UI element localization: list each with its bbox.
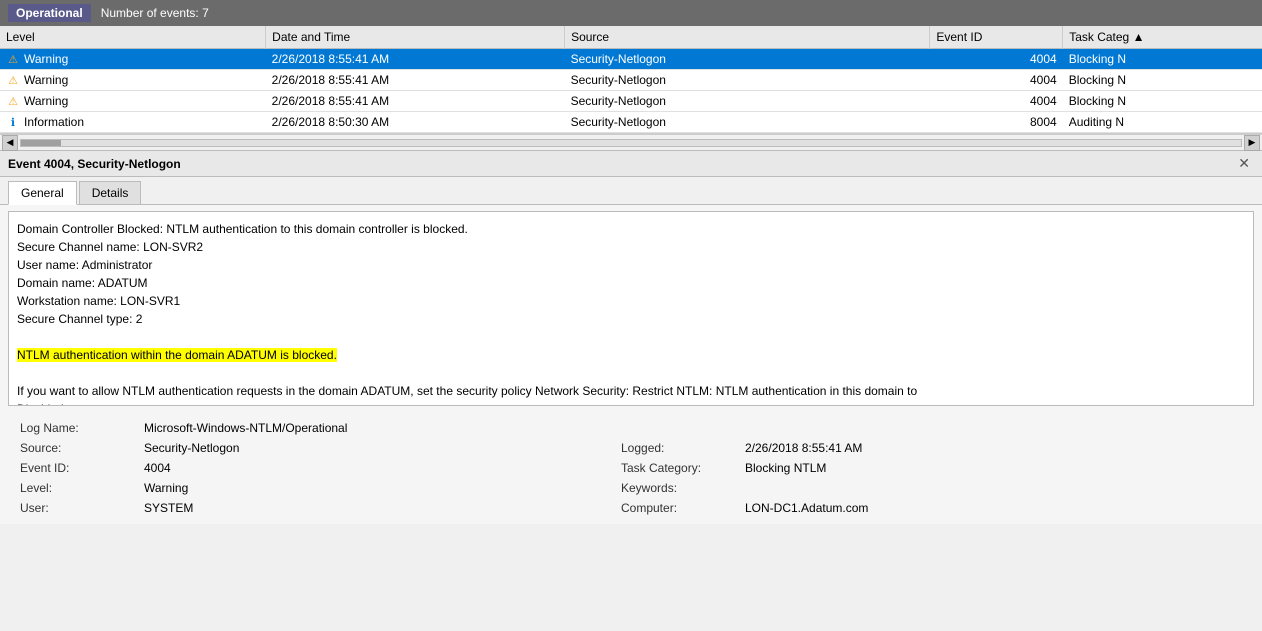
cell-source: Security-Netlogon xyxy=(565,112,930,133)
table-header-row: Level Date and Time Source Event ID Task… xyxy=(0,26,1262,49)
detail-title: Event 4004, Security-Netlogon xyxy=(8,157,181,171)
col-header-eventid[interactable]: Event ID xyxy=(930,26,1063,49)
event-table-container: Level Date and Time Source Event ID Task… xyxy=(0,26,1262,134)
level-value: Warning xyxy=(136,478,617,498)
cell-event-id: 4004 xyxy=(930,91,1063,112)
scroll-thumb[interactable] xyxy=(21,140,61,146)
message-line: If you want to allow NTLM authentication… xyxy=(17,382,1245,400)
info-icon: ℹ xyxy=(6,115,20,129)
detail-tabs: General Details xyxy=(0,177,1262,205)
scroll-track[interactable] xyxy=(20,139,1242,147)
cell-level: ⚠ Warning xyxy=(0,91,266,112)
table-row[interactable]: ⚠ Warning 2/26/2018 8:55:41 AMSecurity-Net… xyxy=(0,70,1262,91)
log-name-label: Log Name: xyxy=(16,418,136,438)
cell-task-category: Blocking N xyxy=(1063,70,1262,91)
col-header-datetime[interactable]: Date and Time xyxy=(266,26,565,49)
cell-datetime: 2/26/2018 8:55:41 AM xyxy=(266,70,565,91)
message-area: Domain Controller Blocked: NTLM authenti… xyxy=(8,211,1254,406)
message-line: Secure Channel name: LON-SVR2 xyxy=(17,238,1245,256)
close-button[interactable]: ✕ xyxy=(1234,155,1254,172)
user-value: SYSTEM xyxy=(136,498,617,518)
user-label: User: xyxy=(16,498,136,518)
task-category-value: Blocking NTLM xyxy=(737,458,1246,478)
detail-panel: Event 4004, Security-Netlogon ✕ General … xyxy=(0,150,1262,524)
cell-source: Security-Netlogon xyxy=(565,49,930,70)
scroll-right-arrow[interactable]: ▶ xyxy=(1244,135,1260,151)
table-row[interactable]: ⚠ Warning 2/26/2018 8:55:41 AMSecurity-Net… xyxy=(0,91,1262,112)
warning-icon: ⚠ xyxy=(6,73,20,87)
level-label: Level: xyxy=(16,478,136,498)
computer-label: Computer: xyxy=(617,498,737,518)
cell-datetime: 2/26/2018 8:55:41 AM xyxy=(266,91,565,112)
horizontal-scrollbar[interactable]: ◀ ▶ xyxy=(0,134,1262,150)
cell-level: ℹ Information xyxy=(0,112,266,133)
source-value: Security-Netlogon xyxy=(136,438,617,458)
cell-level: ⚠ Warning xyxy=(0,70,266,91)
table-row[interactable]: ℹ Information 2/26/2018 8:50:30 AMSecurity… xyxy=(0,112,1262,133)
warning-icon: ⚠ xyxy=(6,94,20,108)
col-header-source[interactable]: Source xyxy=(565,26,930,49)
col-header-taskcateg[interactable]: Task Categ ▲ xyxy=(1063,26,1262,49)
event-id-value: 4004 xyxy=(136,458,617,478)
detail-title-bar: Event 4004, Security-Netlogon ✕ xyxy=(0,151,1262,177)
event-table: Level Date and Time Source Event ID Task… xyxy=(0,26,1262,133)
message-line: Secure Channel type: 2 xyxy=(17,310,1245,328)
logged-label: Logged: xyxy=(617,438,737,458)
event-count: Number of events: 7 xyxy=(101,6,209,20)
highlighted-message: NTLM authentication within the domain AD… xyxy=(17,348,337,362)
cell-task-category: Blocking N xyxy=(1063,49,1262,70)
source-label: Source: xyxy=(16,438,136,458)
metadata-grid: Log Name: Microsoft-Windows-NTLM/Operati… xyxy=(0,412,1262,524)
log-name-value: Microsoft-Windows-NTLM/Operational xyxy=(136,418,1246,438)
cell-level: ⚠ Warning xyxy=(0,49,266,70)
task-category-label: Task Category: xyxy=(617,458,737,478)
keywords-value xyxy=(737,478,1246,498)
top-bar: Operational Number of events: 7 xyxy=(0,0,1262,26)
tab-general[interactable]: General xyxy=(8,181,77,205)
cell-datetime: 2/26/2018 8:50:30 AM xyxy=(266,112,565,133)
message-line: Domain name: ADATUM xyxy=(17,274,1245,292)
log-name-label: Operational xyxy=(8,4,91,22)
message-line: User name: Administrator xyxy=(17,256,1245,274)
message-line: Disabled. xyxy=(17,400,1245,406)
scroll-left-arrow[interactable]: ◀ xyxy=(2,135,18,151)
cell-event-id: 4004 xyxy=(930,70,1063,91)
cell-task-category: Auditing N xyxy=(1063,112,1262,133)
tab-details[interactable]: Details xyxy=(79,181,142,204)
col-header-level[interactable]: Level xyxy=(0,26,266,49)
cell-source: Security-Netlogon xyxy=(565,91,930,112)
level-text: Warning xyxy=(24,73,68,87)
logged-value: 2/26/2018 8:55:41 AM xyxy=(737,438,1246,458)
computer-value: LON-DC1.Adatum.com xyxy=(737,498,1246,518)
cell-event-id: 4004 xyxy=(930,49,1063,70)
warning-icon: ⚠ xyxy=(6,52,20,66)
event-id-label: Event ID: xyxy=(16,458,136,478)
level-text: Warning xyxy=(24,94,68,108)
cell-task-category: Blocking N xyxy=(1063,91,1262,112)
message-line: Domain Controller Blocked: NTLM authenti… xyxy=(17,220,1245,238)
level-text: Information xyxy=(24,115,84,129)
cell-datetime: 2/26/2018 8:55:41 AM xyxy=(266,49,565,70)
cell-source: Security-Netlogon xyxy=(565,70,930,91)
keywords-label: Keywords: xyxy=(617,478,737,498)
message-line: Workstation name: LON-SVR1 xyxy=(17,292,1245,310)
level-text: Warning xyxy=(24,52,68,66)
table-row[interactable]: ⚠ Warning 2/26/2018 8:55:41 AMSecurity-Net… xyxy=(0,49,1262,70)
cell-event-id: 8004 xyxy=(930,112,1063,133)
